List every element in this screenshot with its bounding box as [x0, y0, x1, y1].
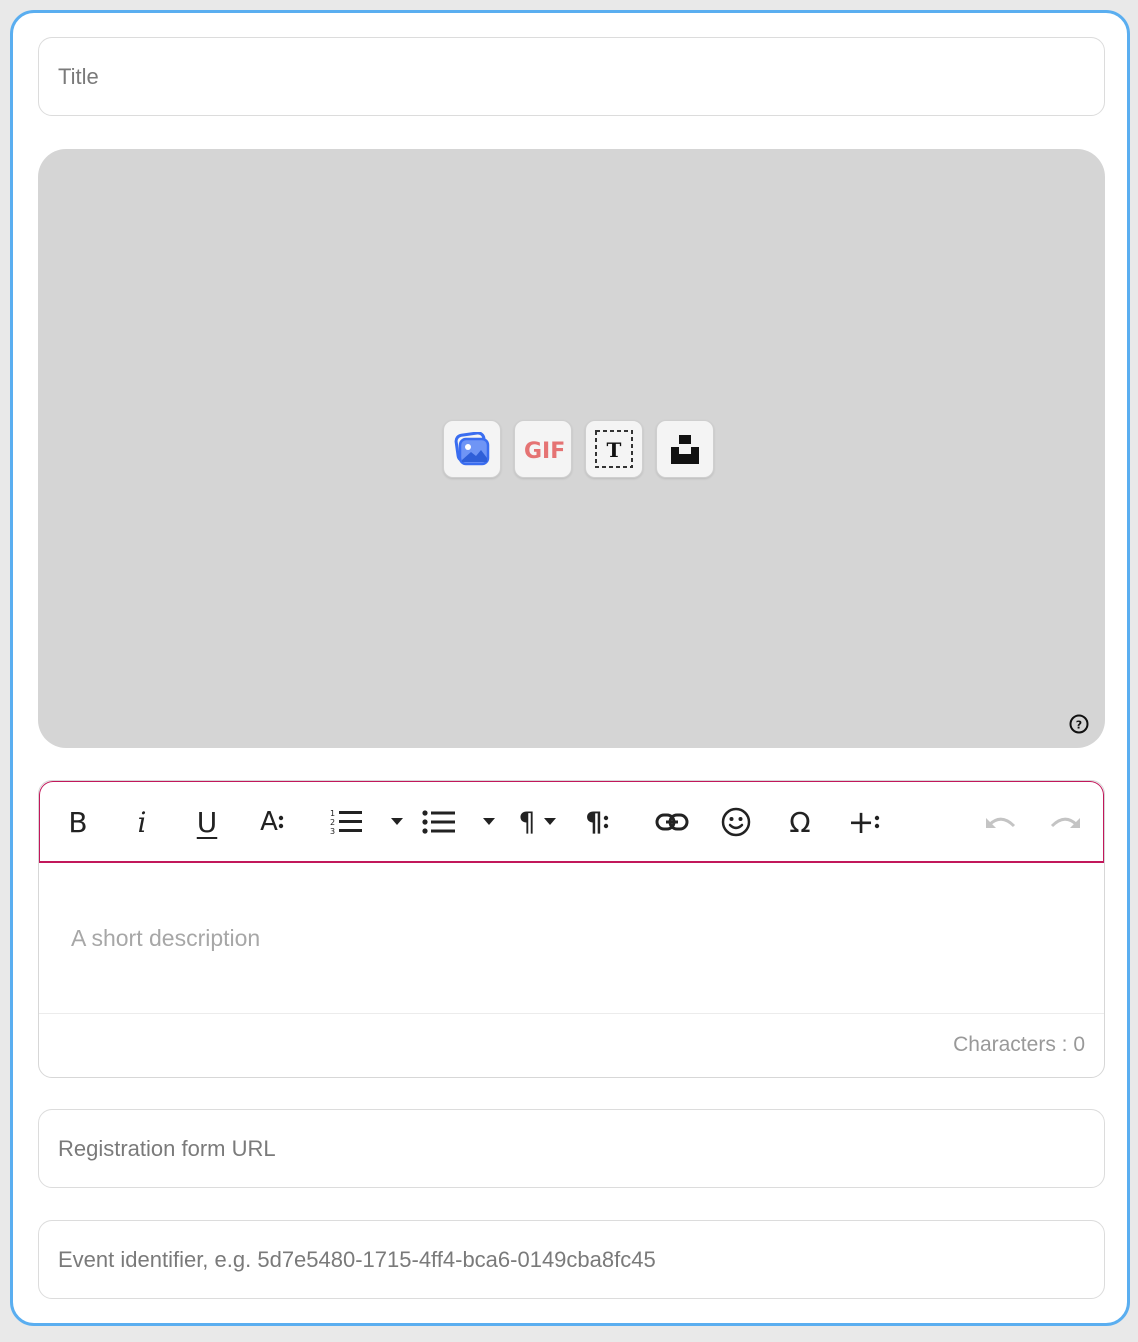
link-icon — [655, 813, 689, 831]
svg-text:1: 1 — [330, 809, 335, 818]
editor-placeholder: A short description — [71, 925, 261, 951]
paragraph-format-button[interactable]: ¶ — [512, 802, 562, 842]
underline-icon: U — [196, 805, 218, 839]
title-field[interactable] — [38, 37, 1105, 116]
svg-text:3: 3 — [330, 827, 335, 836]
bold-button[interactable]: B — [62, 802, 94, 842]
gif-icon: GIF — [524, 439, 564, 463]
unsplash-button[interactable] — [656, 420, 714, 478]
paragraph-icon: ¶ — [518, 806, 536, 838]
more-dots-icon — [278, 815, 284, 829]
description-editor: B i U A 1 2 3 ¶ ¶ Ω + A short descriptio… — [38, 780, 1105, 1078]
redo-icon — [1050, 817, 1080, 828]
ordered-list-icon: 1 2 3 — [330, 809, 362, 836]
text-frame-label: T — [607, 438, 622, 462]
ordered-list-dropdown[interactable] — [390, 802, 404, 842]
italic-button[interactable]: i — [128, 802, 156, 842]
emoji-button[interactable] — [720, 802, 752, 842]
title-input[interactable] — [58, 38, 1104, 115]
font-size-icon: A — [260, 807, 278, 837]
bullet-list-icon — [422, 810, 455, 834]
smiley-icon — [721, 807, 751, 837]
insert-link-button[interactable] — [654, 802, 690, 842]
paragraph-more-button[interactable]: ¶ — [580, 802, 614, 842]
unsplash-icon — [671, 435, 699, 464]
event-identifier-field[interactable] — [38, 1220, 1105, 1299]
event-identifier-input[interactable] — [58, 1221, 1104, 1298]
media-drop-area[interactable]: GIF T ? — [38, 149, 1105, 748]
image-upload-button[interactable] — [443, 420, 501, 478]
bullet-list-button[interactable] — [422, 802, 456, 842]
chevron-down-icon — [391, 818, 403, 825]
insert-more-button[interactable]: + — [846, 802, 882, 842]
text-frame-icon: T — [595, 430, 633, 468]
plus-icon: + — [847, 803, 875, 841]
undo-button[interactable] — [984, 802, 1018, 842]
special-character-button[interactable]: Ω — [784, 802, 816, 842]
bold-icon: B — [68, 805, 88, 839]
help-icon[interactable]: ? — [1069, 714, 1089, 734]
gif-button[interactable]: GIF — [514, 420, 572, 478]
registration-url-field[interactable] — [38, 1109, 1105, 1188]
ordered-list-button[interactable]: 1 2 3 — [328, 802, 364, 842]
event-form-card: GIF T ? B — [10, 10, 1130, 1326]
more-dots-icon — [875, 815, 880, 829]
font-size-button[interactable]: A — [254, 802, 290, 842]
italic-icon: i — [137, 805, 147, 839]
chevron-down-icon — [543, 818, 556, 825]
media-tools: GIF T — [443, 420, 714, 478]
paragraph-more-icon: ¶ — [585, 806, 603, 838]
registration-url-input[interactable] — [58, 1110, 1104, 1187]
svg-text:2: 2 — [330, 818, 335, 827]
gif-icon-label: GIF — [524, 439, 564, 463]
undo-icon — [986, 817, 1016, 828]
more-dots-icon — [603, 815, 608, 829]
help-icon-label: ? — [1076, 719, 1082, 732]
editor-content-area[interactable]: A short description — [39, 863, 1104, 1014]
redo-button[interactable] — [1048, 802, 1082, 842]
bullet-list-dropdown[interactable] — [482, 802, 496, 842]
underline-button[interactable]: U — [190, 802, 224, 842]
chevron-down-icon — [483, 818, 495, 825]
editor-toolbar: B i U A 1 2 3 ¶ ¶ Ω + — [39, 781, 1104, 863]
image-upload-icon — [454, 432, 490, 466]
text-frame-button[interactable]: T — [585, 420, 643, 478]
character-count: Characters : 0 — [953, 1033, 1085, 1056]
omega-icon: Ω — [789, 805, 811, 839]
